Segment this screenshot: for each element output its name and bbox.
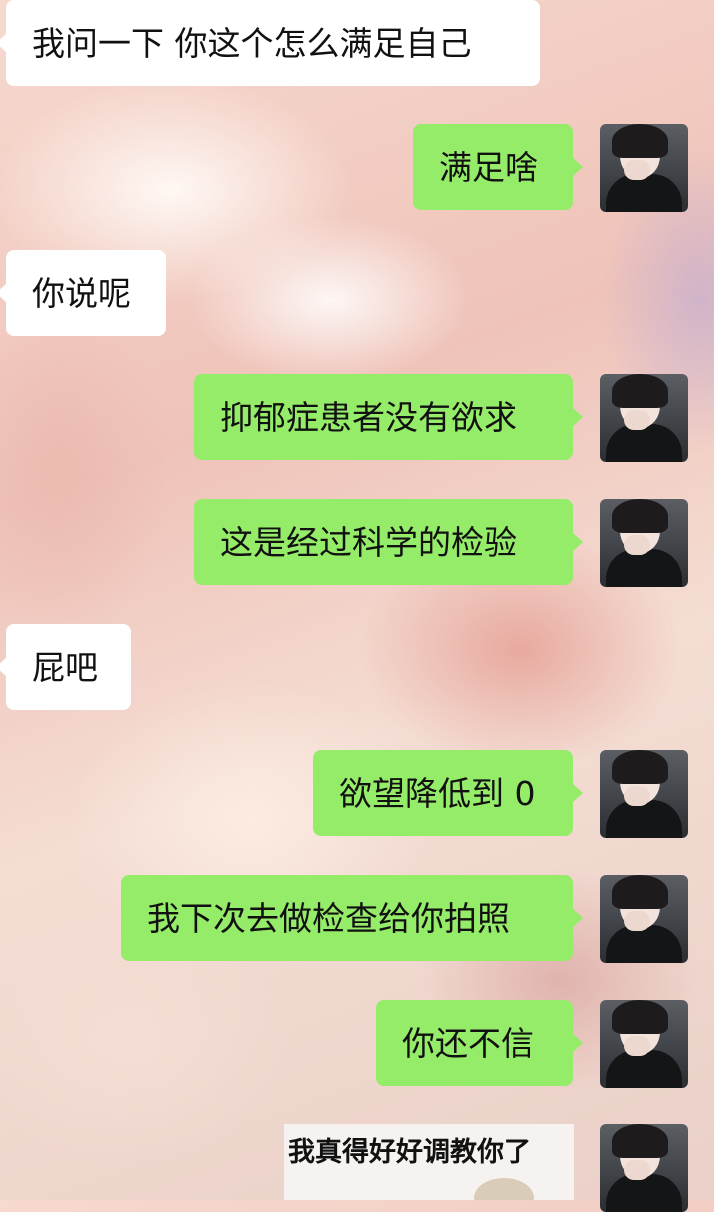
sticker-image	[474, 1178, 534, 1200]
message-bubble-outgoing[interactable]: 这是经过科学的检验	[194, 499, 583, 585]
message-text: 这是经过科学的检验	[220, 522, 517, 562]
sticker-text: 我真得好好调教你了	[288, 1137, 531, 1168]
avatar[interactable]	[600, 499, 688, 587]
message-text: 你还不信	[402, 1023, 534, 1063]
message-text: 抑郁症患者没有欲求	[220, 397, 517, 437]
message-bubble-outgoing[interactable]: 你还不信	[376, 1000, 583, 1086]
message-text: 你说呢	[32, 273, 131, 313]
sticker-message[interactable]: 我真得好好调教你了	[284, 1124, 574, 1200]
avatar[interactable]	[600, 750, 688, 838]
message-bubble-outgoing[interactable]: 抑郁症患者没有欲求	[194, 374, 583, 460]
avatar[interactable]	[600, 374, 688, 462]
message-text: 屁吧	[32, 647, 98, 687]
message-text: 欲望降低到 0	[339, 773, 536, 813]
message-bubble-outgoing[interactable]: 欲望降低到 0	[313, 750, 583, 836]
message-text: 满足啥	[439, 147, 538, 187]
message-bubble-outgoing[interactable]: 满足啥	[413, 124, 583, 210]
message-text: 我问一下 你这个怎么满足自己	[32, 23, 472, 63]
message-text: 我下次去做检查给你拍照	[147, 898, 510, 938]
avatar[interactable]	[600, 1124, 688, 1212]
message-bubble-incoming[interactable]: 你说呢	[0, 250, 166, 336]
avatar[interactable]	[600, 875, 688, 963]
message-bubble-outgoing[interactable]: 我下次去做检查给你拍照	[121, 875, 583, 961]
message-bubble-incoming[interactable]: 我问一下 你这个怎么满足自己	[0, 0, 540, 86]
avatar[interactable]	[600, 124, 688, 212]
message-bubble-incoming[interactable]: 屁吧	[0, 624, 131, 710]
avatar[interactable]	[600, 1000, 688, 1088]
